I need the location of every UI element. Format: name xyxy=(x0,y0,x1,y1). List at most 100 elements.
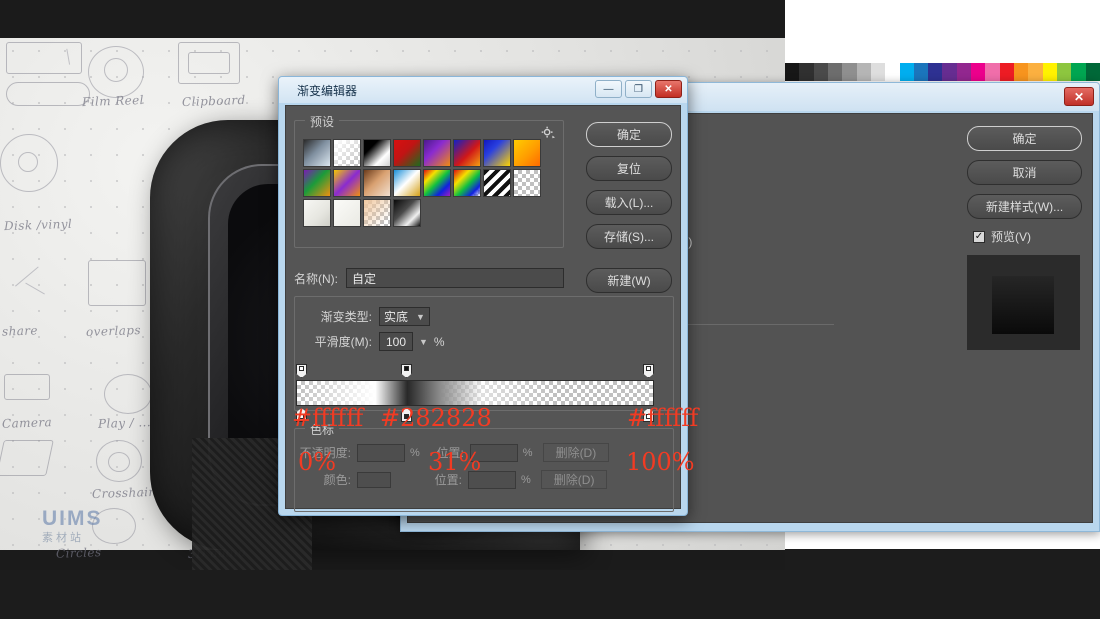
color-swatch-strip[interactable] xyxy=(785,63,1100,81)
color-stop[interactable] xyxy=(401,408,412,422)
new-style-button[interactable]: 新建样式(W)... xyxy=(967,194,1082,219)
sketch-doodle xyxy=(104,374,152,414)
gradient-editor-body: 预设 确定 复位 载入(L)... 存储(S)... 新建(W) 名称(N): … xyxy=(285,105,681,512)
preset-swatch[interactable] xyxy=(513,139,541,167)
preset-swatch[interactable] xyxy=(423,139,451,167)
color-swatch[interactable] xyxy=(999,63,1014,81)
preset-swatch[interactable] xyxy=(393,169,421,197)
color-stop[interactable] xyxy=(643,408,654,422)
preview-checkbox[interactable]: ✓ 预览(V) xyxy=(973,228,1082,245)
color-swatch[interactable] xyxy=(971,63,986,81)
gradient-strip-fill xyxy=(297,381,653,405)
color-swatch[interactable] xyxy=(870,63,886,81)
preset-swatch[interactable] xyxy=(363,169,391,197)
delete-color-stop-button[interactable]: 删除(D) xyxy=(540,470,608,489)
color-swatch[interactable] xyxy=(1028,63,1043,81)
color-swatch[interactable] xyxy=(942,63,957,81)
sketch-label: share xyxy=(1,323,39,339)
preset-swatch[interactable] xyxy=(453,139,481,167)
reset-button[interactable]: 复位 xyxy=(586,156,672,181)
gradient-editor-titlebar[interactable]: 渐变编辑器 — ❐ ✕ xyxy=(279,77,687,103)
chevron-down-icon: ▼ xyxy=(416,311,425,322)
color-swatch[interactable] xyxy=(856,63,871,81)
opacity-stop[interactable] xyxy=(296,364,307,378)
preset-swatch[interactable] xyxy=(303,139,331,167)
opacity-stop[interactable] xyxy=(643,364,654,378)
color-swatch[interactable] xyxy=(899,63,914,81)
color-swatch[interactable] xyxy=(785,63,800,81)
minimize-icon[interactable]: — xyxy=(595,80,622,98)
stop-color-swatch[interactable] xyxy=(357,471,391,488)
ok-button[interactable]: 确定 xyxy=(967,126,1082,151)
color-stop[interactable] xyxy=(296,408,307,422)
name-input[interactable]: 自定 xyxy=(346,268,564,288)
stop-color-dot xyxy=(646,366,651,371)
chevron-down-icon[interactable]: ▼ xyxy=(419,337,428,347)
new-button[interactable]: 新建(W) xyxy=(586,268,672,293)
delete-opacity-stop-button[interactable]: 删除(D) xyxy=(542,443,610,462)
color-swatch[interactable] xyxy=(985,63,1000,81)
preset-swatch[interactable] xyxy=(363,199,391,227)
stop-opacity-input[interactable] xyxy=(357,443,405,462)
name-row: 名称(N): 自定 xyxy=(294,268,564,288)
color-swatch[interactable] xyxy=(1085,63,1100,81)
preset-swatch[interactable] xyxy=(333,169,361,197)
preset-swatch[interactable] xyxy=(393,139,421,167)
sketch-label: Play / ... xyxy=(97,415,152,431)
preset-swatch[interactable] xyxy=(483,139,511,167)
color-swatch[interactable] xyxy=(842,63,857,81)
gradient-type-value: 实底 xyxy=(384,310,409,324)
preset-swatch[interactable] xyxy=(303,199,331,227)
smoothness-row: 平滑度(M): 100 ▼ % xyxy=(295,332,673,351)
stop-opacity-label: 不透明度: xyxy=(299,446,351,460)
name-label: 名称(N): xyxy=(294,271,338,286)
color-swatch[interactable] xyxy=(799,63,814,81)
preset-swatch[interactable] xyxy=(303,169,331,197)
dialog-title: 渐变编辑器 xyxy=(297,83,358,98)
color-stops-group: 色标 不透明度: % 位置: % 删除(D) 颜色: 位置: % 删除(D) xyxy=(294,421,674,512)
layer-style-buttons: 确定 取消 新建样式(W)... ✓ 预览(V) xyxy=(967,126,1082,350)
ok-button[interactable]: 确定 xyxy=(586,122,672,147)
presets-legend: 预设 xyxy=(305,113,340,130)
preset-swatch[interactable] xyxy=(333,139,361,167)
gradient-type-label: 渐变类型: xyxy=(320,310,372,324)
stop-color-location-unit: % xyxy=(521,473,531,486)
preset-swatch[interactable] xyxy=(363,139,391,167)
gradient-strip-editor[interactable] xyxy=(296,364,654,422)
stop-opacity-location-input[interactable] xyxy=(469,443,518,462)
color-swatch[interactable] xyxy=(928,63,943,81)
close-icon[interactable]: ✕ xyxy=(655,80,682,98)
color-swatch[interactable] xyxy=(1071,63,1086,81)
sketch-doodle xyxy=(6,42,82,74)
color-swatch[interactable] xyxy=(1014,63,1029,81)
color-swatch[interactable] xyxy=(813,63,828,81)
sketch-doodle xyxy=(104,58,128,82)
gradient-strip[interactable] xyxy=(296,380,654,406)
window-controls: — ❐ ✕ xyxy=(595,80,682,98)
screenshot-root: Film Reel Clipboard Disk /vinyl share ov… xyxy=(0,0,1100,619)
stop-color-location-input[interactable] xyxy=(468,470,516,489)
preset-swatch[interactable] xyxy=(513,169,541,197)
color-stops-legend: 色标 xyxy=(305,421,340,438)
color-swatch[interactable] xyxy=(885,63,900,81)
color-swatch[interactable] xyxy=(956,63,972,81)
maximize-icon[interactable]: ❐ xyxy=(625,80,652,98)
preset-swatch[interactable] xyxy=(453,169,481,197)
preset-swatch[interactable] xyxy=(333,199,361,227)
close-icon[interactable]: ✕ xyxy=(1064,87,1094,106)
opacity-stop[interactable] xyxy=(401,364,412,378)
color-swatch[interactable] xyxy=(1042,63,1057,81)
gradient-type-select[interactable]: 实底 ▼ xyxy=(379,307,430,326)
color-swatch[interactable] xyxy=(913,63,929,81)
preset-swatch[interactable] xyxy=(423,169,451,197)
color-swatch[interactable] xyxy=(1056,63,1072,81)
presets-group: 预设 xyxy=(294,113,564,248)
cancel-button[interactable]: 取消 xyxy=(967,160,1082,185)
smoothness-value[interactable]: 100 xyxy=(379,332,413,351)
load-button[interactable]: 载入(L)... xyxy=(586,190,672,215)
preset-swatch[interactable] xyxy=(393,199,421,227)
preset-swatch[interactable] xyxy=(483,169,511,197)
gear-icon[interactable] xyxy=(541,126,555,140)
save-button[interactable]: 存储(S)... xyxy=(586,224,672,249)
color-swatch[interactable] xyxy=(827,63,843,81)
